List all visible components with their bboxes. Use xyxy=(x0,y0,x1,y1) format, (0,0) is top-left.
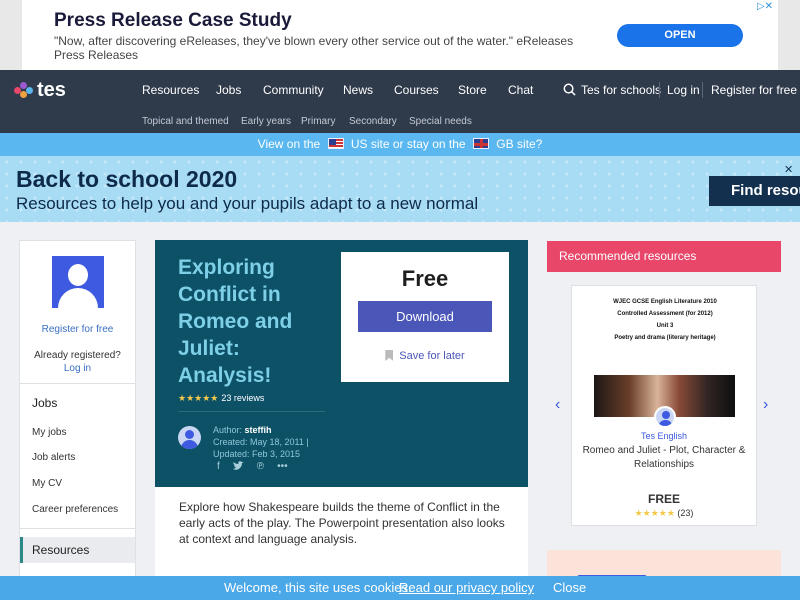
sidebar-jobs-heading: Jobs xyxy=(32,396,58,410)
site-switch-bar: View on the US site or stay on the GB si… xyxy=(0,133,800,156)
recommended-author[interactable]: Tes English xyxy=(572,431,756,441)
cookie-banner: Welcome, this site uses cookies. Read ou… xyxy=(0,576,800,600)
site-switch-gb[interactable]: GB site? xyxy=(496,137,542,151)
ad-content[interactable]: Press Release Case Study "Now, after dis… xyxy=(22,0,778,70)
sidebar-item-my-cv[interactable]: My CV xyxy=(32,478,62,489)
review-count[interactable]: 23 reviews xyxy=(221,393,264,403)
facebook-icon[interactable]: f xyxy=(217,461,220,472)
recommended-price: FREE xyxy=(647,492,680,506)
resource-title: Exploring Conflict in Romeo and Juliet: … xyxy=(178,256,293,387)
ad-text: "Now, after discovering eReleases, they'… xyxy=(54,34,574,62)
subnav-special-needs[interactable]: Special needs xyxy=(409,116,472,127)
nav-store[interactable]: Store xyxy=(458,83,487,97)
nav-news[interactable]: News xyxy=(343,83,373,97)
account-sidebar: Register for free Already registered? Lo… xyxy=(19,240,136,580)
share-links: f ℗ ••• xyxy=(217,461,288,472)
bookmark-icon xyxy=(385,350,394,361)
tes-logo-text: tes xyxy=(37,78,66,101)
nav-tes-for-schools[interactable]: Tes for schools xyxy=(581,83,661,97)
carousel-next-icon[interactable]: › xyxy=(763,396,768,414)
top-navigation: tes Resources Jobs Community News Course… xyxy=(0,70,800,133)
doc-line: WJEC GCSE English Literature 2010 xyxy=(613,299,717,305)
cookie-close-button[interactable]: Close xyxy=(553,576,586,600)
recommended-card[interactable]: WJEC GCSE English Literature 2010 Contro… xyxy=(571,285,757,526)
sidebar-divider xyxy=(20,528,135,529)
site-switch-prefix: View on the xyxy=(257,137,321,151)
search-icon[interactable] xyxy=(563,83,576,96)
rating-count: (23) xyxy=(677,508,694,518)
nav-jobs[interactable]: Jobs xyxy=(216,83,241,97)
nav-login[interactable]: Log in xyxy=(667,83,700,97)
subnav-secondary[interactable]: Secondary xyxy=(349,116,397,127)
nav-register[interactable]: Register for free xyxy=(711,83,797,97)
ad-choices-icon[interactable]: ▷✕ xyxy=(752,0,778,13)
more-icon[interactable]: ••• xyxy=(277,461,288,472)
save-for-later-button[interactable]: Save for later xyxy=(341,350,509,362)
sidebar-item-career-preferences[interactable]: Career preferences xyxy=(32,504,118,515)
banner-title: Back to school 2020 xyxy=(16,166,238,192)
subnav-primary[interactable]: Primary xyxy=(301,116,335,127)
sidebar-already-registered: Already registered? xyxy=(34,350,121,361)
twitter-icon[interactable] xyxy=(232,461,244,471)
doc-line: Unit 3 xyxy=(656,323,674,329)
star-icons: ★★★★★ xyxy=(634,508,675,518)
back-to-school-banner[interactable]: Back to school 2020 Resources to help yo… xyxy=(0,156,800,222)
nav-chat[interactable]: Chat xyxy=(508,83,533,97)
site-switch-us[interactable]: US site or stay on the xyxy=(351,137,466,151)
doc-line: Controlled Assessment (for 2012) xyxy=(617,311,713,317)
tes-logo-icon xyxy=(14,82,34,98)
cookie-text: Welcome, this site uses cookies. xyxy=(224,580,412,595)
pinterest-icon[interactable]: ℗ xyxy=(257,461,264,472)
avatar xyxy=(52,256,104,308)
subnav-early-years[interactable]: Early years xyxy=(241,116,291,127)
sidebar-register-link[interactable]: Register for free xyxy=(20,324,135,335)
gb-flag-icon[interactable] xyxy=(472,138,489,149)
ad-title[interactable]: Press Release Case Study xyxy=(54,10,292,32)
doc-line: Poetry and drama (literary heritage) xyxy=(614,335,716,341)
rating-stars[interactable]: ★★★★★ 23 reviews xyxy=(178,393,264,404)
download-button[interactable]: Download xyxy=(358,301,492,332)
author-avatar[interactable] xyxy=(178,426,201,449)
created-date: Created: May 18, 2011 xyxy=(213,437,304,447)
nav-community[interactable]: Community xyxy=(263,83,324,97)
us-flag-icon[interactable] xyxy=(327,138,344,149)
resource-thumbnail-text: WJEC GCSE English Literature 2010 Contro… xyxy=(590,296,740,344)
author-avatar[interactable] xyxy=(654,406,676,428)
sidebar-login-link[interactable]: Log in xyxy=(20,363,135,374)
sidebar-item-my-jobs[interactable]: My jobs xyxy=(32,427,66,438)
star-icons: ★★★★★ xyxy=(178,393,219,403)
tes-logo[interactable]: tes xyxy=(14,79,66,101)
description-panel: Explore how Shakespeare builds the theme… xyxy=(155,487,528,587)
sidebar-item-resources[interactable]: Resources xyxy=(20,537,135,563)
author-info: Author: steffih Created: May 18, 2011 | … xyxy=(213,425,309,459)
nav-resources[interactable]: Resources xyxy=(142,83,199,97)
sidebar-divider xyxy=(20,383,135,384)
updated-date: Updated: Feb 3, 2015 xyxy=(213,449,301,459)
recommended-rating: ★★★★★ (23) xyxy=(572,508,756,519)
hero-divider xyxy=(178,411,325,412)
privacy-policy-link[interactable]: Read our privacy policy xyxy=(399,576,534,600)
nav-courses[interactable]: Courses xyxy=(394,83,439,97)
author-label: Author: xyxy=(213,425,243,435)
ad-banner[interactable]: Press Release Case Study "Now, after dis… xyxy=(0,0,800,70)
recommended-heading: Recommended resources xyxy=(547,241,781,272)
sidebar-item-job-alerts[interactable]: Job alerts xyxy=(32,452,75,463)
find-resources-button[interactable]: Find resou xyxy=(709,176,800,206)
carousel-prev-icon[interactable]: ‹ xyxy=(555,396,560,414)
recommended-title[interactable]: Romeo and Juliet - Plot, Character & Rel… xyxy=(578,444,750,472)
resource-description: Explore how Shakespeare builds the theme… xyxy=(179,500,505,546)
download-box: Free Download Save for later xyxy=(341,252,509,382)
save-label: Save for later xyxy=(399,350,465,362)
price-label: Free xyxy=(401,266,449,291)
subnav-topical[interactable]: Topical and themed xyxy=(142,116,229,127)
ad-open-button[interactable]: OPEN xyxy=(617,24,743,47)
banner-subtitle: Resources to help you and your pupils ad… xyxy=(16,194,479,213)
nav-divider xyxy=(659,82,660,98)
close-icon[interactable]: ✕ xyxy=(784,163,793,176)
nav-divider xyxy=(702,82,703,98)
author-name[interactable]: steffih xyxy=(245,425,272,435)
